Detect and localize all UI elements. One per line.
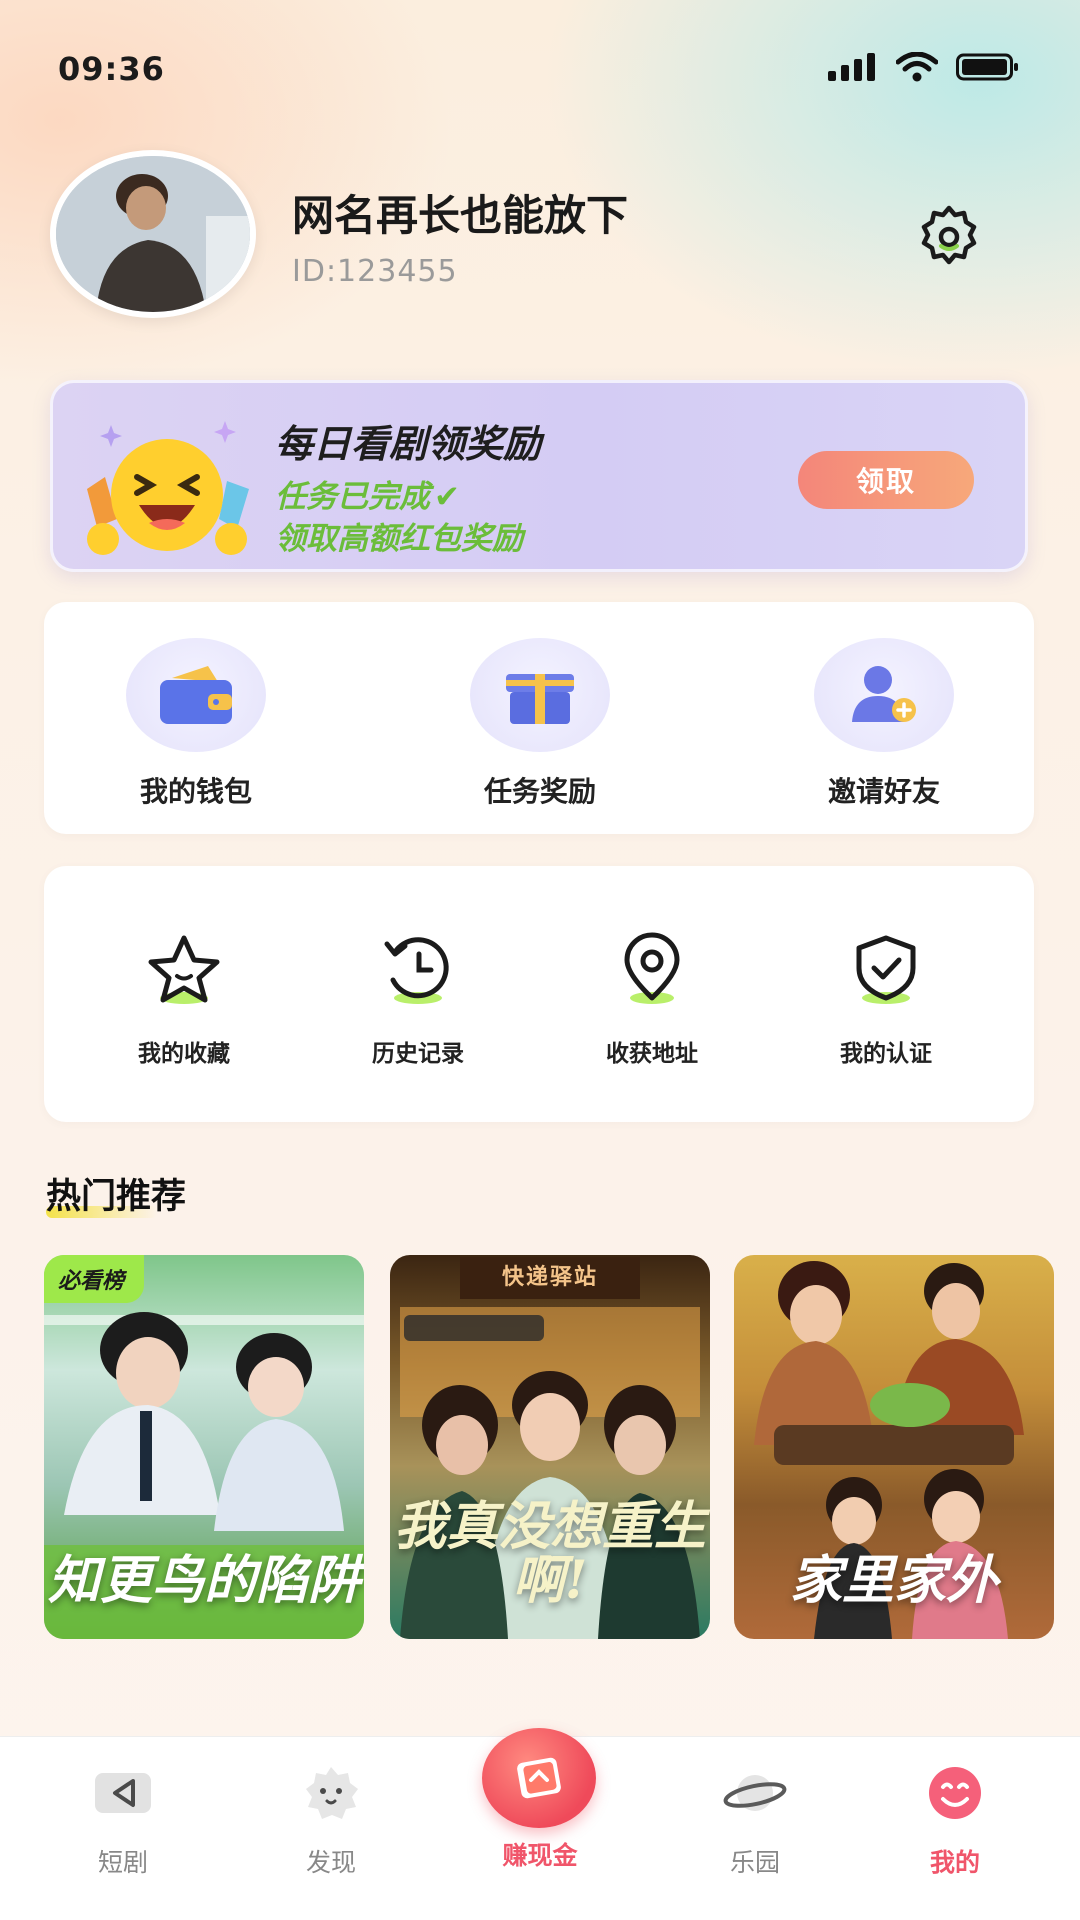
quick-action-label: 我的钱包 [139, 775, 252, 808]
cash-icon [517, 1757, 561, 1799]
quick-action-label: 邀请好友 [827, 775, 940, 808]
tool-label: 我的收藏 [138, 1041, 230, 1067]
tool-verification[interactable]: 我的认证 [786, 932, 986, 1068]
play-tv-icon [95, 1773, 151, 1813]
shield-check-icon [856, 935, 916, 1004]
signal-icon [828, 53, 875, 81]
wifi-icon [896, 52, 938, 82]
check-icon: ✔ [434, 479, 460, 515]
user-id: ID:123455 [292, 254, 458, 289]
nav-item-discover[interactable]: 发现 [256, 1761, 406, 1879]
reward-status: 任务已完成 [275, 479, 430, 515]
tool-label: 历史记录 [372, 1041, 464, 1067]
laughing-emoji-icon [87, 421, 249, 555]
avatar-photo [56, 156, 250, 312]
tools-card: 我的收藏 历史记录 收获地址 我的认证 [44, 866, 1034, 1122]
status-icons [828, 52, 1020, 82]
poster-title: 知更鸟的陷阱 [47, 1550, 360, 1612]
smile-icon [929, 1767, 981, 1819]
avatar[interactable] [50, 150, 256, 318]
settings-gear-icon[interactable] [914, 200, 984, 270]
tool-favorites[interactable]: 我的收藏 [84, 932, 284, 1068]
reward-title: 每日看剧领奖励 [275, 422, 542, 466]
poster-sign: 快递驿站 [460, 1257, 640, 1299]
nav-label: 发现 [305, 1848, 356, 1877]
poster-title: 我真没想重生啊! [393, 1495, 706, 1612]
poster-card-1[interactable]: 必看榜 知更鸟的陷阱 [44, 1255, 364, 1639]
tool-history[interactable]: 历史记录 [318, 932, 518, 1068]
location-icon [624, 932, 680, 1004]
nav-label: 短剧 [97, 1848, 148, 1877]
gift-icon [506, 674, 574, 724]
username: 网名再长也能放下 [292, 191, 629, 240]
nav-label: 乐园 [729, 1848, 780, 1877]
add-friend-icon-bg [814, 638, 954, 752]
poster-badge: 必看榜 [44, 1255, 145, 1303]
reward-status-line: 任务已完成 ✔ [275, 471, 460, 516]
quick-action-label: 任务奖励 [483, 775, 596, 808]
daily-reward-card[interactable]: 每日看剧领奖励 任务已完成 ✔ 领取高额红包奖励 领取 [50, 380, 1028, 572]
add-friend-icon [852, 666, 916, 722]
status-time: 09:36 [58, 50, 165, 88]
quick-action-wallet[interactable]: 我的钱包 [96, 638, 296, 810]
tool-label: 收获地址 [606, 1041, 698, 1067]
gift-icon-bg [470, 638, 610, 752]
poster-card-2[interactable]: 快递驿站 我真没想重生啊! [390, 1255, 710, 1639]
poster-title: 家里家外 [789, 1550, 998, 1612]
wallet-icon [160, 666, 232, 724]
quick-actions-card: 我的钱包 任务奖励 邀请好友 [44, 602, 1034, 834]
battery-icon [956, 53, 1018, 81]
history-icon [384, 937, 449, 1004]
nav-label: 我的 [929, 1848, 980, 1877]
star-icon [148, 935, 220, 1004]
nav-item-earn-cash[interactable] [482, 1728, 596, 1828]
nav-item-mine[interactable]: 我的 [880, 1761, 1030, 1879]
tool-label: 我的认证 [840, 1041, 932, 1067]
quick-action-invite[interactable]: 邀请好友 [784, 638, 984, 810]
status-bar: 09:36 [0, 0, 1080, 140]
nav-label-earn-cash: 赚现金 [502, 1841, 578, 1870]
section-title-hot: 热门推荐 [46, 1177, 187, 1217]
poster-card-3[interactable]: 家里家外 [734, 1255, 1054, 1639]
discover-icon [306, 1767, 358, 1819]
wallet-icon-bg [126, 638, 266, 752]
tool-address[interactable]: 收获地址 [552, 932, 752, 1068]
nav-item-park[interactable]: 乐园 [680, 1761, 830, 1879]
nav-item-short-drama[interactable]: 短剧 [48, 1761, 198, 1879]
reward-subtitle: 领取高额红包奖励 [275, 521, 523, 557]
claim-button[interactable]: 领取 [798, 451, 974, 509]
planet-icon [723, 1775, 787, 1811]
quick-action-task-reward[interactable]: 任务奖励 [440, 638, 640, 810]
